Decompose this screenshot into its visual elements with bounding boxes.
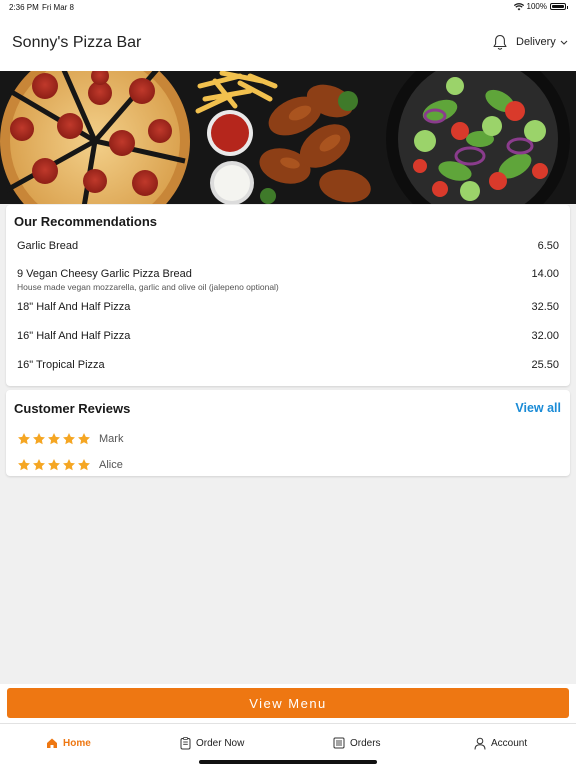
star-icon bbox=[78, 459, 90, 471]
star-icon bbox=[18, 459, 30, 471]
chevron-down-icon bbox=[560, 40, 568, 45]
battery-percent: 100% bbox=[526, 2, 547, 11]
bottom-bar: View Menu Home Order Now Orders Account bbox=[0, 684, 576, 768]
recommendations-card: Our Recommendations Garlic Bread 6.50 9 … bbox=[6, 205, 570, 386]
menu-item-name: 16" Tropical Pizza bbox=[17, 359, 105, 371]
menu-item[interactable]: 18" Half And Half Pizza 32.50 bbox=[17, 301, 559, 313]
tab-order-now[interactable]: Order Now bbox=[180, 737, 244, 750]
tab-order-now-label: Order Now bbox=[196, 738, 245, 749]
tab-orders-label: Orders bbox=[350, 737, 381, 749]
star-icon bbox=[18, 433, 30, 445]
star-icon bbox=[78, 433, 90, 445]
star-icon bbox=[33, 433, 45, 445]
home-icon bbox=[47, 738, 57, 748]
status-bar: 2:36 PM Fri Mar 8 100% bbox=[0, 0, 576, 14]
star-icon bbox=[48, 433, 60, 445]
divider bbox=[0, 723, 576, 724]
wifi-icon bbox=[513, 2, 524, 10]
delivery-mode-dropdown[interactable]: Delivery bbox=[516, 36, 568, 48]
customer-reviews-card: Customer Reviews View all Mark Alice bbox=[6, 390, 570, 476]
star-icon bbox=[63, 459, 75, 471]
reviewer-name: Mark bbox=[99, 433, 124, 445]
menu-item-name: Garlic Bread bbox=[17, 240, 79, 252]
menu-item[interactable]: 9 Vegan Cheesy Garlic Pizza Bread House … bbox=[17, 268, 559, 292]
menu-item[interactable]: Garlic Bread 6.50 bbox=[17, 240, 559, 252]
menu-item-price: 32.50 bbox=[531, 301, 559, 313]
restaurant-name: Sonny's Pizza Bar bbox=[12, 34, 142, 51]
menu-item-price: 6.50 bbox=[537, 240, 559, 252]
reviews-title: Customer Reviews bbox=[14, 401, 131, 416]
review-item[interactable]: Mark bbox=[17, 432, 123, 446]
battery-icon bbox=[550, 3, 568, 10]
menu-item-price: 32.00 bbox=[531, 330, 559, 342]
delivery-mode-label: Delivery bbox=[516, 36, 556, 48]
star-rating bbox=[17, 432, 91, 446]
menu-item[interactable]: 16" Half And Half Pizza 32.00 bbox=[17, 330, 559, 342]
star-icon bbox=[33, 459, 45, 471]
star-icon bbox=[48, 459, 60, 471]
menu-item-price: 14.00 bbox=[531, 268, 559, 280]
order-icon bbox=[180, 737, 191, 750]
tab-orders[interactable]: Orders bbox=[333, 737, 381, 749]
app-header: Sonny's Pizza Bar Delivery bbox=[0, 14, 576, 71]
status-date: Fri Mar 8 bbox=[42, 3, 74, 12]
menu-item[interactable]: 16" Tropical Pizza 25.50 bbox=[17, 359, 559, 371]
review-item[interactable]: Alice bbox=[17, 458, 123, 472]
menu-item-name: 16" Half And Half Pizza bbox=[17, 330, 131, 342]
view-all-link[interactable]: View all bbox=[515, 401, 561, 415]
menu-item-name: 9 Vegan Cheesy Garlic Pizza Bread bbox=[17, 268, 192, 280]
tab-account[interactable]: Account bbox=[474, 737, 527, 750]
tab-home-label: Home bbox=[63, 737, 91, 749]
view-menu-button[interactable]: View Menu bbox=[7, 688, 569, 718]
menu-item-price: 25.50 bbox=[531, 359, 559, 371]
star-icon bbox=[63, 433, 75, 445]
hero-banner-image bbox=[0, 71, 576, 204]
orders-list-icon bbox=[333, 737, 345, 749]
reviewer-name: Alice bbox=[99, 459, 123, 471]
recommendations-title: Our Recommendations bbox=[14, 214, 158, 229]
star-rating bbox=[17, 458, 91, 472]
home-indicator[interactable] bbox=[199, 760, 377, 764]
bell-icon[interactable] bbox=[492, 34, 508, 51]
menu-item-name: 18" Half And Half Pizza bbox=[17, 301, 131, 313]
status-indicators: 100% bbox=[513, 2, 568, 11]
account-icon bbox=[474, 737, 486, 750]
status-time: 2:36 PM bbox=[9, 3, 39, 12]
tab-home[interactable]: Home bbox=[46, 737, 91, 749]
tab-account-label: Account bbox=[491, 738, 528, 749]
menu-item-description: House made vegan mozzarella, garlic and … bbox=[17, 282, 279, 292]
